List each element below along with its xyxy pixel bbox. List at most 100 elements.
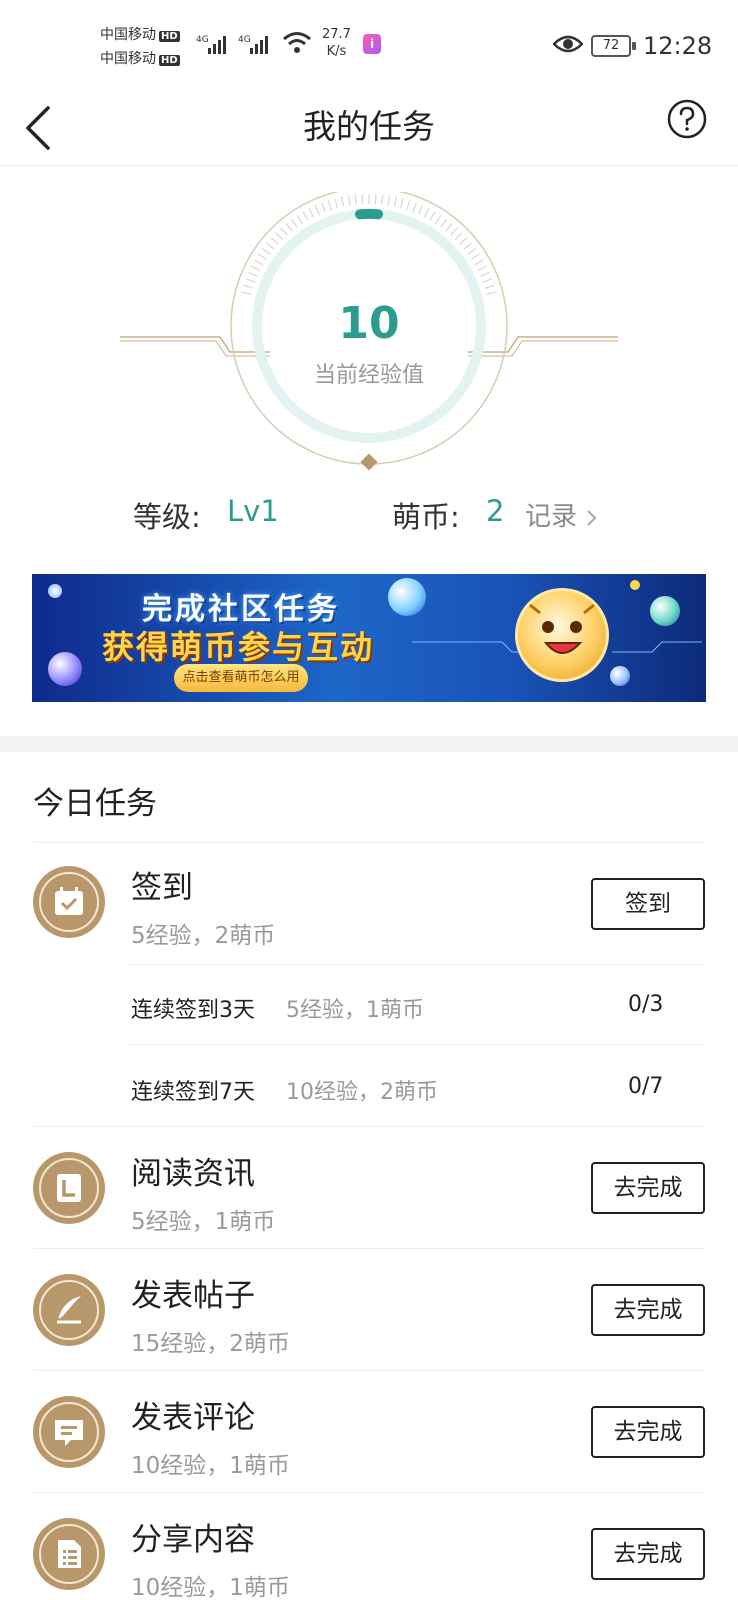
task-name: 签到	[131, 870, 193, 906]
network-speed: 27.7 K/s	[322, 26, 351, 60]
bubble-decoration	[48, 584, 62, 598]
experience-label: 当前经验值	[313, 363, 424, 388]
gauge-tick	[347, 195, 351, 206]
gauge-tick	[445, 223, 453, 232]
gauge-tick	[454, 232, 463, 241]
divider	[33, 1492, 705, 1493]
gauge-tick	[340, 196, 345, 207]
gauge-tick	[387, 195, 391, 206]
task-reward: 5经验，2萌币	[131, 923, 276, 949]
app-notification-icon: i	[363, 34, 381, 54]
speed-unit: K/s	[326, 44, 347, 59]
document-glyph	[58, 1540, 81, 1568]
quill-icon	[33, 1274, 105, 1346]
gauge-tick	[423, 208, 430, 218]
task-reward: 5经验，1萌币	[131, 1209, 276, 1235]
wifi-icon	[283, 32, 311, 53]
gauge-tick	[251, 265, 261, 272]
section-separator	[0, 736, 738, 752]
gauge-tick	[245, 278, 256, 283]
comment-icon	[33, 1396, 105, 1468]
gauge-tick	[393, 196, 398, 207]
read-news-button[interactable]: 去完成	[591, 1162, 705, 1214]
level-row: 等级: Lv1 萌币: 2 记录	[0, 494, 738, 540]
gauge-tick	[243, 284, 254, 289]
coin-label: 萌币:	[392, 500, 460, 534]
gauge-diamond	[360, 453, 378, 471]
divider	[33, 842, 705, 843]
gauge-tick	[412, 202, 417, 213]
divider	[130, 1044, 705, 1045]
gauge-tick	[275, 232, 284, 241]
record-label: 记录	[525, 502, 578, 532]
task-reward: 10经验，1萌币	[131, 1575, 290, 1600]
promo-banner[interactable]: 完成社区任务 获得萌币参与互动 点击查看萌币怎么用	[32, 574, 706, 702]
gauge-tick	[327, 200, 332, 211]
mascot-face-icon	[529, 603, 595, 654]
task-reward: 15经验，2萌币	[131, 1331, 290, 1357]
banner-button[interactable]: 点击查看萌币怎么用	[174, 664, 308, 692]
record-link[interactable]: 记录	[525, 496, 601, 533]
experience-value: 10	[338, 298, 400, 349]
signal-icon: 4G	[196, 35, 226, 54]
level-value: Lv1	[227, 494, 279, 528]
gauge-tick	[429, 211, 436, 221]
gauge-tick	[399, 198, 404, 209]
gauge-tick	[296, 214, 304, 225]
gauge-tick	[266, 242, 275, 250]
bubble-decoration	[630, 580, 640, 590]
streak-reward: 5经验，1萌币	[286, 998, 424, 1023]
gauge-tick	[334, 198, 339, 209]
carrier-2-label: 中国移动	[100, 51, 156, 67]
share-content-button[interactable]: 去完成	[591, 1528, 705, 1580]
gauge-tick	[248, 271, 258, 277]
hd-badge: HD	[159, 31, 180, 42]
streak-progress: 0/7	[628, 1074, 664, 1099]
gauge-tick	[374, 194, 377, 205]
document-icon	[33, 1518, 105, 1590]
task-name: 阅读资讯	[131, 1156, 255, 1192]
gauge-tick	[474, 259, 484, 266]
calendar-check-icon	[33, 866, 105, 938]
header: 我的任务	[0, 86, 738, 166]
gauge-tick	[354, 194, 357, 205]
reading-glyph	[57, 1174, 81, 1202]
streak-name: 连续签到7天	[131, 1080, 255, 1105]
bubble-decoration	[48, 652, 82, 686]
gauge-tick	[241, 291, 252, 296]
checkin-button[interactable]: 签到	[591, 878, 705, 930]
gauge-tick	[321, 202, 326, 213]
post-thread-button[interactable]: 去完成	[591, 1284, 705, 1336]
level-label: 等级:	[133, 500, 201, 534]
gauge-tick	[361, 194, 364, 205]
gauge-tick	[302, 211, 309, 221]
gauge-tick	[257, 253, 268, 261]
divider	[33, 1126, 705, 1127]
post-comment-button[interactable]: 去完成	[591, 1406, 705, 1458]
gauge-tick	[486, 291, 497, 296]
banner-title-2: 获得萌币参与互动	[102, 628, 375, 666]
gauge-tick	[308, 208, 315, 218]
gauge-tick	[440, 218, 448, 228]
help-button[interactable]	[666, 98, 710, 142]
chevron-right-icon	[587, 509, 597, 526]
gauge-tick	[463, 242, 472, 250]
gauge-tick	[285, 223, 293, 232]
streak-name: 连续签到3天	[131, 998, 255, 1023]
streak-progress: 0/3	[628, 992, 664, 1017]
calendar-check-glyph	[55, 887, 83, 915]
eye-icon	[553, 35, 583, 53]
gauge-tick	[280, 227, 288, 236]
task-name: 分享内容	[131, 1522, 255, 1558]
gauge-tick	[459, 237, 468, 245]
gauge-tick	[270, 237, 279, 245]
gauge-tick	[418, 205, 424, 215]
question-icon	[667, 99, 707, 139]
gauge-tick	[477, 265, 487, 272]
comment-glyph	[55, 1420, 83, 1446]
gauge-tick	[467, 247, 477, 255]
svg-text:4G: 4G	[238, 35, 251, 45]
gauge-tick	[470, 253, 481, 261]
clock: 12:28	[643, 32, 713, 60]
coin-value: 2	[486, 494, 505, 528]
